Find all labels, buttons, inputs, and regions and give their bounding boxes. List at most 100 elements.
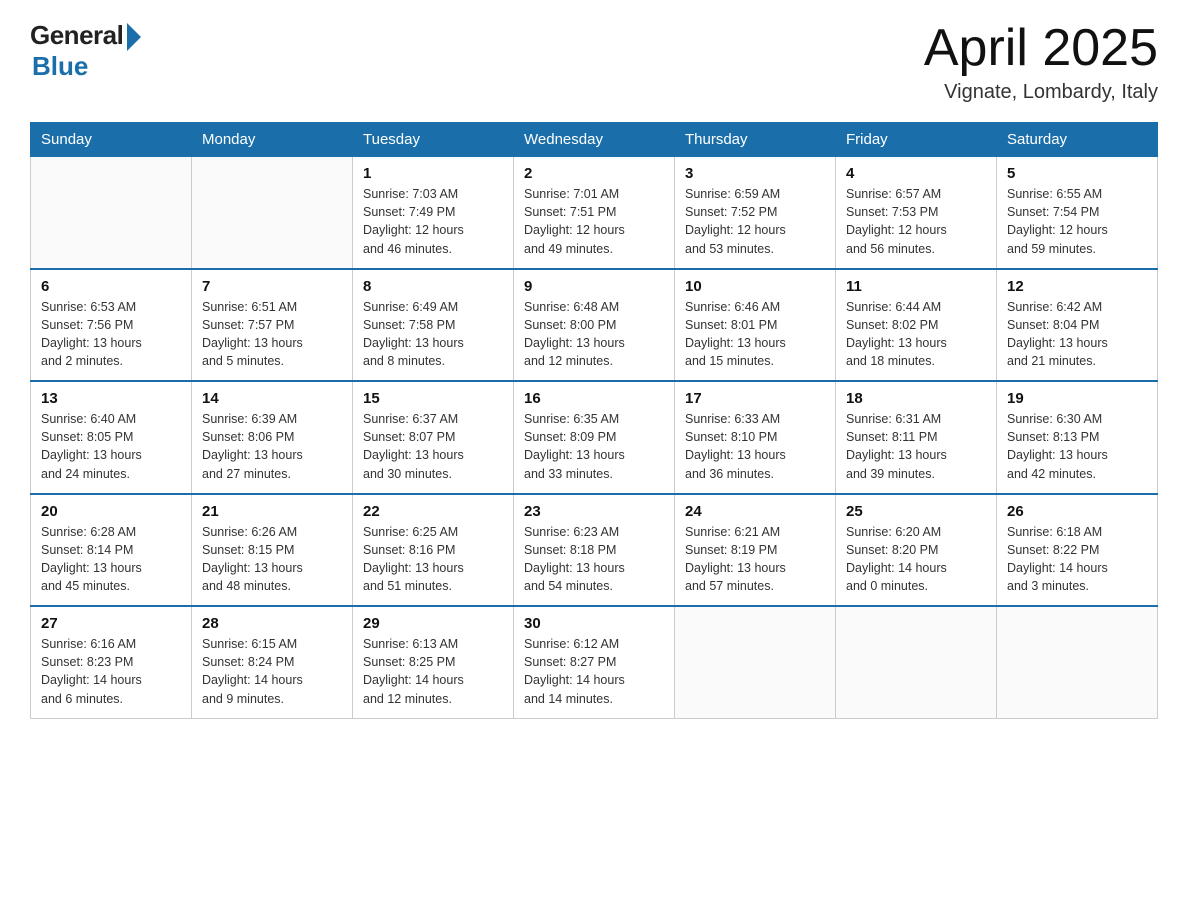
calendar-cell: 30 Sunrise: 6:12 AM Sunset: 8:27 PM Dayli…	[514, 606, 675, 718]
calendar-cell: 3 Sunrise: 6:59 AM Sunset: 7:52 PM Daylig…	[675, 157, 836, 269]
day-info: Sunrise: 6:20 AM Sunset: 8:20 PM Dayligh…	[846, 523, 986, 596]
calendar-cell: 17 Sunrise: 6:33 AM Sunset: 8:10 PM Dayli…	[675, 381, 836, 494]
calendar-cell: 1Sunrise: 7:03 AM Sunset: 7:49 PM Daylig…	[353, 157, 514, 269]
day-number: 22	[363, 503, 503, 520]
day-info: Sunrise: 6:40 AM Sunset: 8:05 PM Dayligh…	[41, 410, 181, 483]
calendar-table: SundayMondayTuesdayWednesdayThursdayFrid…	[30, 122, 1158, 719]
day-number: 3	[685, 165, 825, 182]
day-number: 9	[524, 278, 664, 295]
calendar-cell	[675, 606, 836, 718]
day-number: 29	[363, 615, 503, 632]
calendar-cell	[836, 606, 997, 718]
calendar-cell: 20 Sunrise: 6:28 AM Sunset: 8:14 PM Dayli…	[31, 494, 192, 607]
calendar-cell: 16 Sunrise: 6:35 AM Sunset: 8:09 PM Dayli…	[514, 381, 675, 494]
day-number: 24	[685, 503, 825, 520]
weekday-header-tuesday: Tuesday	[353, 123, 514, 157]
weekday-header-sunday: Sunday	[31, 123, 192, 157]
day-info: Sunrise: 6:51 AM Sunset: 7:57 PM Dayligh…	[202, 298, 342, 371]
calendar-cell: 21 Sunrise: 6:26 AM Sunset: 8:15 PM Dayli…	[192, 494, 353, 607]
day-info: Sunrise: 6:12 AM Sunset: 8:27 PM Dayligh…	[524, 635, 664, 708]
day-info: Sunrise: 6:13 AM Sunset: 8:25 PM Dayligh…	[363, 635, 503, 708]
day-info: Sunrise: 6:25 AM Sunset: 8:16 PM Dayligh…	[363, 523, 503, 596]
calendar-cell: 14 Sunrise: 6:39 AM Sunset: 8:06 PM Dayli…	[192, 381, 353, 494]
day-number: 6	[41, 278, 181, 295]
calendar-week-row: 13 Sunrise: 6:40 AM Sunset: 8:05 PM Dayli…	[31, 381, 1158, 494]
day-info: Sunrise: 6:49 AM Sunset: 7:58 PM Dayligh…	[363, 298, 503, 371]
day-number: 20	[41, 503, 181, 520]
day-info: Sunrise: 6:48 AM Sunset: 8:00 PM Dayligh…	[524, 298, 664, 371]
day-number: 12	[1007, 278, 1147, 295]
day-info: Sunrise: 6:59 AM Sunset: 7:52 PM Dayligh…	[685, 185, 825, 258]
day-info: Sunrise: 6:55 AM Sunset: 7:54 PM Dayligh…	[1007, 185, 1147, 258]
calendar-cell	[997, 606, 1158, 718]
logo: General Blue	[30, 20, 141, 82]
calendar-cell: 15Sunrise: 6:37 AM Sunset: 8:07 PM Dayli…	[353, 381, 514, 494]
calendar-week-row: 6Sunrise: 6:53 AM Sunset: 7:56 PM Daylig…	[31, 269, 1158, 382]
day-info: Sunrise: 6:57 AM Sunset: 7:53 PM Dayligh…	[846, 185, 986, 258]
day-number: 18	[846, 390, 986, 407]
day-number: 28	[202, 615, 342, 632]
calendar-cell: 10Sunrise: 6:46 AM Sunset: 8:01 PM Dayli…	[675, 269, 836, 382]
day-number: 21	[202, 503, 342, 520]
day-info: Sunrise: 6:30 AM Sunset: 8:13 PM Dayligh…	[1007, 410, 1147, 483]
weekday-header-friday: Friday	[836, 123, 997, 157]
day-number: 2	[524, 165, 664, 182]
day-number: 4	[846, 165, 986, 182]
day-number: 10	[685, 278, 825, 295]
calendar-cell: 5 Sunrise: 6:55 AM Sunset: 7:54 PM Daylig…	[997, 157, 1158, 269]
day-number: 26	[1007, 503, 1147, 520]
day-info: Sunrise: 7:01 AM Sunset: 7:51 PM Dayligh…	[524, 185, 664, 258]
page-header: General Blue April 2025 Vignate, Lombard…	[30, 20, 1158, 104]
day-info: Sunrise: 6:31 AM Sunset: 8:11 PM Dayligh…	[846, 410, 986, 483]
logo-blue-text: Blue	[32, 51, 88, 82]
calendar-cell	[192, 157, 353, 269]
weekday-header-monday: Monday	[192, 123, 353, 157]
calendar-header-row: SundayMondayTuesdayWednesdayThursdayFrid…	[31, 123, 1158, 157]
day-number: 14	[202, 390, 342, 407]
day-number: 30	[524, 615, 664, 632]
day-number: 1	[363, 165, 503, 182]
day-number: 17	[685, 390, 825, 407]
day-number: 23	[524, 503, 664, 520]
title-block: April 2025 Vignate, Lombardy, Italy	[924, 20, 1158, 104]
day-info: Sunrise: 6:28 AM Sunset: 8:14 PM Dayligh…	[41, 523, 181, 596]
day-info: Sunrise: 6:18 AM Sunset: 8:22 PM Dayligh…	[1007, 523, 1147, 596]
logo-triangle-icon	[127, 23, 141, 51]
calendar-cell: 26 Sunrise: 6:18 AM Sunset: 8:22 PM Dayli…	[997, 494, 1158, 607]
day-info: Sunrise: 6:39 AM Sunset: 8:06 PM Dayligh…	[202, 410, 342, 483]
calendar-cell: 28 Sunrise: 6:15 AM Sunset: 8:24 PM Dayli…	[192, 606, 353, 718]
calendar-cell: 2 Sunrise: 7:01 AM Sunset: 7:51 PM Daylig…	[514, 157, 675, 269]
day-info: Sunrise: 6:15 AM Sunset: 8:24 PM Dayligh…	[202, 635, 342, 708]
month-year-title: April 2025	[924, 20, 1158, 77]
day-info: Sunrise: 6:35 AM Sunset: 8:09 PM Dayligh…	[524, 410, 664, 483]
day-number: 8	[363, 278, 503, 295]
weekday-header-thursday: Thursday	[675, 123, 836, 157]
day-info: Sunrise: 6:23 AM Sunset: 8:18 PM Dayligh…	[524, 523, 664, 596]
weekday-header-wednesday: Wednesday	[514, 123, 675, 157]
day-info: Sunrise: 6:26 AM Sunset: 8:15 PM Dayligh…	[202, 523, 342, 596]
day-info: Sunrise: 6:33 AM Sunset: 8:10 PM Dayligh…	[685, 410, 825, 483]
day-info: Sunrise: 6:16 AM Sunset: 8:23 PM Dayligh…	[41, 635, 181, 708]
day-number: 25	[846, 503, 986, 520]
day-number: 11	[846, 278, 986, 295]
day-number: 5	[1007, 165, 1147, 182]
calendar-cell: 11 Sunrise: 6:44 AM Sunset: 8:02 PM Dayli…	[836, 269, 997, 382]
day-number: 13	[41, 390, 181, 407]
day-number: 19	[1007, 390, 1147, 407]
calendar-cell: 6Sunrise: 6:53 AM Sunset: 7:56 PM Daylig…	[31, 269, 192, 382]
calendar-cell: 27 Sunrise: 6:16 AM Sunset: 8:23 PM Dayli…	[31, 606, 192, 718]
calendar-cell: 22 Sunrise: 6:25 AM Sunset: 8:16 PM Dayli…	[353, 494, 514, 607]
day-number: 16	[524, 390, 664, 407]
calendar-cell: 8 Sunrise: 6:49 AM Sunset: 7:58 PM Daylig…	[353, 269, 514, 382]
calendar-cell	[31, 157, 192, 269]
day-info: Sunrise: 6:21 AM Sunset: 8:19 PM Dayligh…	[685, 523, 825, 596]
calendar-cell: 29 Sunrise: 6:13 AM Sunset: 8:25 PM Dayli…	[353, 606, 514, 718]
calendar-cell: 19 Sunrise: 6:30 AM Sunset: 8:13 PM Dayli…	[997, 381, 1158, 494]
day-info: Sunrise: 6:42 AM Sunset: 8:04 PM Dayligh…	[1007, 298, 1147, 371]
calendar-cell: 4 Sunrise: 6:57 AM Sunset: 7:53 PM Daylig…	[836, 157, 997, 269]
day-info: Sunrise: 6:44 AM Sunset: 8:02 PM Dayligh…	[846, 298, 986, 371]
day-number: 27	[41, 615, 181, 632]
calendar-week-row: 20 Sunrise: 6:28 AM Sunset: 8:14 PM Dayli…	[31, 494, 1158, 607]
calendar-cell: 13 Sunrise: 6:40 AM Sunset: 8:05 PM Dayli…	[31, 381, 192, 494]
calendar-cell: 18 Sunrise: 6:31 AM Sunset: 8:11 PM Dayli…	[836, 381, 997, 494]
